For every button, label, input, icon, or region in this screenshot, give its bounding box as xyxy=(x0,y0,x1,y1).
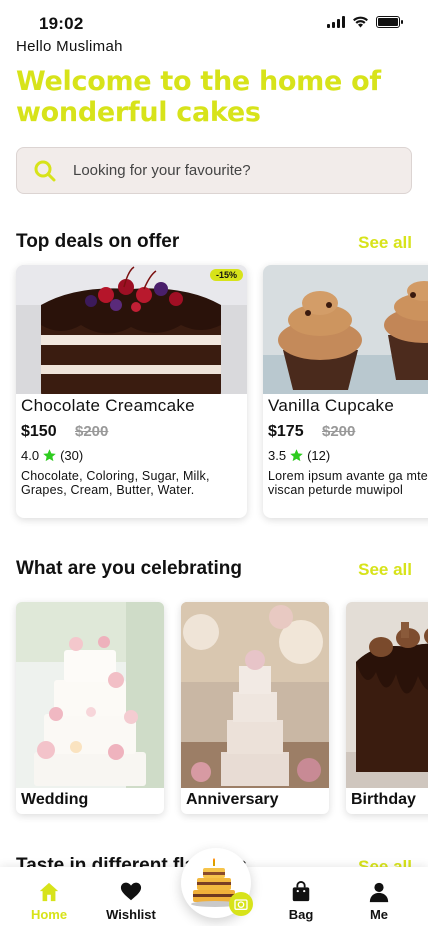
bag-icon xyxy=(292,881,310,902)
home-icon xyxy=(39,882,59,902)
cake-scan-button[interactable] xyxy=(181,848,253,918)
rating-value: 3.5 xyxy=(268,448,287,463)
rating-value: 4.0 xyxy=(21,448,40,463)
search-icon[interactable] xyxy=(33,159,57,183)
nav-me[interactable]: Me xyxy=(339,881,419,922)
deal-card-chocolate-creamcake[interactable]: -15% Chocolate Creamcake $150 $200 4.0 (… xyxy=(16,265,247,518)
nav-label: Bag xyxy=(288,907,314,922)
home-screen: 19:02 Hello Muslimah Welcome to the home… xyxy=(0,0,428,926)
celebration-label: Birthday xyxy=(351,791,416,808)
deal-name: Vanilla Cupcake xyxy=(268,396,395,415)
deal-name: Chocolate Creamcake xyxy=(21,396,195,415)
star-icon xyxy=(43,449,56,462)
deal-image-cupcakes xyxy=(263,265,428,394)
deal-old-price: $200 xyxy=(322,423,356,440)
celebration-card-wedding[interactable]: Wedding xyxy=(16,602,164,814)
nav-bag[interactable]: Bag xyxy=(261,881,341,922)
status-icons xyxy=(327,16,403,28)
nav-home[interactable]: Home xyxy=(9,881,89,922)
camera-icon xyxy=(229,892,253,916)
nav-label: Wishlist xyxy=(106,907,156,922)
person-icon xyxy=(369,882,389,903)
search-bar[interactable] xyxy=(16,147,412,194)
celebration-label: Anniversary xyxy=(186,791,279,808)
celebrating-see-all-link[interactable]: See all xyxy=(358,560,412,580)
review-count: (30) xyxy=(60,448,84,463)
welcome-headline: Welcome to the home of wonderful cakes xyxy=(16,66,381,128)
celebration-card-birthday[interactable]: Birthday xyxy=(346,602,428,814)
nav-label: Home xyxy=(30,907,68,922)
star-icon xyxy=(290,449,303,462)
deal-description: Lorem ipsum avante ga mtewrm viscan petu… xyxy=(268,469,428,497)
battery-icon xyxy=(376,16,403,28)
deal-price: $175 xyxy=(268,423,304,440)
celebration-label: Wedding xyxy=(21,791,89,808)
status-time: 19:02 xyxy=(39,14,84,33)
deal-image-chocolate-cake: -15% xyxy=(16,265,247,394)
signal-icon xyxy=(327,16,345,28)
celebration-card-anniversary[interactable]: Anniversary xyxy=(181,602,329,814)
deal-card-vanilla-cupcake[interactable]: Vanilla Cupcake $175 $200 3.5 (12) Lorem… xyxy=(263,265,428,518)
wifi-icon xyxy=(353,16,368,28)
review-count: (12) xyxy=(307,448,331,463)
discount-badge: -15% xyxy=(209,269,243,281)
deals-section-title: Top deals on offer xyxy=(16,231,180,252)
deal-old-price: $200 xyxy=(75,423,109,440)
deal-price: $150 xyxy=(21,423,57,440)
deals-see-all-link[interactable]: See all xyxy=(358,233,412,253)
heart-icon xyxy=(120,882,142,901)
nav-wishlist[interactable]: Wishlist xyxy=(91,881,171,922)
birthday-cake-image xyxy=(346,602,428,788)
anniversary-cake-image xyxy=(181,602,329,788)
wedding-cake-image xyxy=(16,602,164,788)
search-input[interactable] xyxy=(71,161,371,180)
greeting-text: Hello Muslimah xyxy=(16,38,123,55)
nav-label: Me xyxy=(369,907,389,922)
deal-description: Chocolate, Coloring, Sugar, Milk, Grapes… xyxy=(21,469,210,497)
celebrating-section-title: What are you celebrating xyxy=(16,558,242,579)
deal-rating: 4.0 (30) xyxy=(21,448,83,463)
deal-rating: 3.5 (12) xyxy=(268,448,330,463)
